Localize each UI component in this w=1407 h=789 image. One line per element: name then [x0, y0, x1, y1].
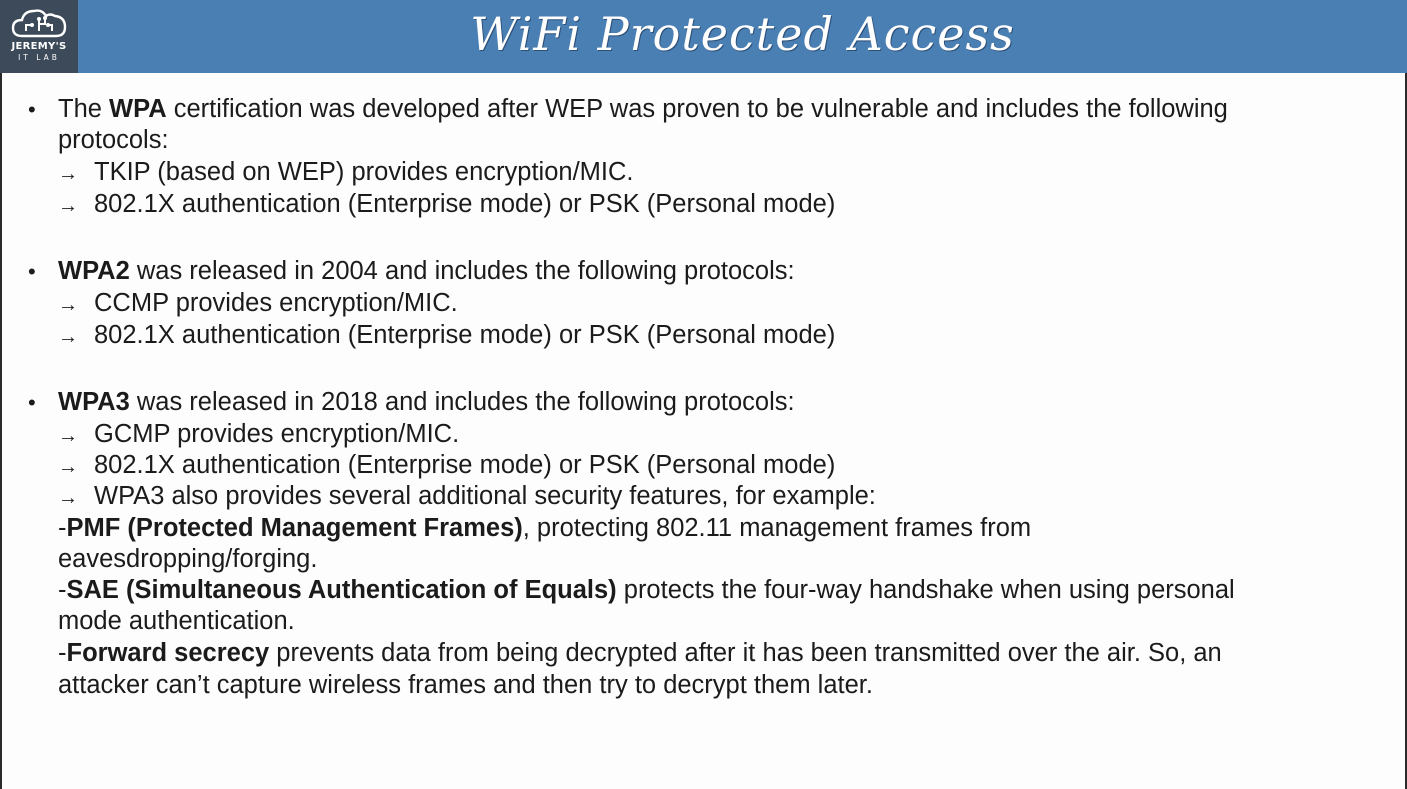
sae-term: SAE (Simultaneous Authentication of Equa… [66, 576, 617, 604]
wpa2-item-auth: → 802.1X authentication (Enterprise mode)… [58, 320, 835, 353]
wpa3-intro-line: WPA3 was released in 2018 and includes t… [58, 387, 795, 418]
arrow-icon: → [58, 487, 78, 509]
bullet-wpa: • [28, 97, 36, 122]
wpa-item-text: 802.1X authentication (Enterprise mode) … [94, 190, 836, 218]
arrow-icon: → [58, 456, 78, 478]
wpa3-term: WPA3 [58, 388, 130, 416]
logo-text-primary: JEREMY'S [11, 41, 67, 52]
sae-text: protects the four-way handshake when usi… [616, 576, 1235, 604]
pmf-text: , protecting 802.11 management frames fr… [522, 514, 1032, 542]
wpa3-item-text: WPA3 also provides several additional se… [94, 482, 876, 510]
forward-secrecy-text: prevents data from being decrypted after… [269, 639, 1222, 667]
arrow-icon: → [58, 294, 78, 316]
wpa3-item-auth: → 802.1X authentication (Enterprise mode)… [58, 450, 835, 483]
wpa-item-text: TKIP (based on WEP) provides encryption/… [94, 158, 634, 186]
left-frame-edge [0, 73, 2, 789]
wpa-item-tkip: → TKIP (based on WEP) provides encryption… [58, 157, 634, 190]
wpa2-item-ccmp: → CCMP provides encryption/MIC. [58, 288, 458, 321]
arrow-icon: → [58, 195, 78, 217]
feature-pmf: -PMF (Protected Management Frames), prot… [58, 513, 1031, 544]
wpa-intro-prefix: The [58, 95, 110, 123]
wpa3-item-features: → WPA3 also provides several additional s… [58, 481, 876, 514]
wpa2-term: WPA2 [58, 257, 130, 285]
wpa2-item-text: CCMP provides encryption/MIC. [94, 289, 458, 317]
wpa3-item-text: 802.1X authentication (Enterprise mode) … [94, 451, 836, 479]
feature-pmf-line-2: eavesdropping/forging. [58, 545, 318, 573]
slide: JEREMY'S IT LAB WiFi Protected Access • … [0, 0, 1407, 789]
slide-title: WiFi Protected Access [470, 7, 1015, 61]
feature-forward-secrecy: -Forward secrecy prevents data from bein… [58, 638, 1222, 669]
logo-text-secondary: IT LAB [18, 53, 60, 62]
dash-marker: - [58, 576, 67, 604]
wpa-term: WPA [109, 95, 167, 123]
wpa3-intro-text: was released in 2018 and includes the fo… [129, 388, 795, 416]
wpa2-intro-line: WPA2 was released in 2004 and includes t… [58, 256, 795, 287]
wpa-intro-line: The WPA certification was developed afte… [58, 94, 1228, 125]
wpa2-item-text: 802.1X authentication (Enterprise mode) … [94, 321, 836, 349]
wpa-intro-text: certification was developed after WEP wa… [166, 95, 1228, 123]
bullet-wpa2: • [28, 259, 36, 284]
cloud-circuit-icon [11, 9, 67, 38]
wpa2-intro-text: was released in 2004 and includes the fo… [129, 257, 795, 285]
feature-sae: -SAE (Simultaneous Authentication of Equ… [58, 575, 1235, 606]
feature-forward-secrecy-line-2: attacker can’t capture wireless frames a… [58, 671, 873, 699]
jeremys-it-lab-logo: JEREMY'S IT LAB [0, 0, 78, 73]
arrow-icon: → [58, 326, 78, 348]
wpa3-item-gcmp: → GCMP provides encryption/MIC. [58, 419, 459, 452]
dash-marker: - [58, 639, 67, 667]
feature-sae-line-2: mode authentication. [58, 607, 295, 635]
wpa-intro-line-2: protocols: [58, 126, 169, 154]
forward-secrecy-term: Forward secrecy [66, 639, 270, 667]
arrow-icon: → [58, 425, 78, 447]
wpa-item-auth: → 802.1X authentication (Enterprise mode)… [58, 189, 835, 222]
wpa3-item-text: GCMP provides encryption/MIC. [94, 420, 460, 448]
bullet-wpa3: • [28, 390, 36, 415]
dash-marker: - [58, 514, 67, 542]
arrow-icon: → [58, 163, 78, 185]
title-bar: JEREMY'S IT LAB WiFi Protected Access [0, 0, 1407, 73]
pmf-term: PMF (Protected Management Frames) [66, 514, 523, 542]
